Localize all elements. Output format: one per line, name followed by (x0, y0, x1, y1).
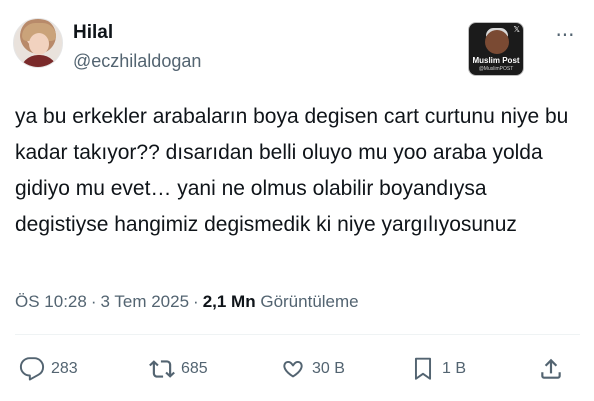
meta-separator: · (193, 292, 199, 311)
share-icon (541, 358, 561, 379)
divider (15, 334, 580, 335)
author-name[interactable]: Hilal (73, 22, 113, 44)
avatar[interactable] (13, 18, 63, 68)
action-bar: 283 685 30 B 1 B (15, 354, 580, 386)
reply-count: 283 (51, 360, 78, 377)
bookmark-count: 1 B (442, 360, 467, 377)
meta-separator: · (90, 292, 97, 311)
reply-icon (19, 357, 45, 381)
badge-portrait (485, 30, 509, 54)
reply-button[interactable]: 283 (19, 354, 78, 384)
tweet-meta: ÖS 10:28 · 3 Tem 2025 · 2,1 Mn Görüntüleme (15, 292, 359, 312)
bookmark-button[interactable]: 1 B (410, 354, 466, 384)
tweet-header: Hilal @eczhilaldogan 𝕏 Muslim Post @Musl… (13, 18, 581, 82)
tweet-text: ya bu erkekler arabaların boya degisen c… (15, 105, 569, 236)
more-horizontal-icon[interactable]: ··· (551, 25, 579, 48)
share-button[interactable] (538, 354, 564, 384)
like-count: 30 B (312, 360, 345, 377)
tweet-time[interactable]: ÖS 10:28 (15, 292, 87, 311)
views-count: 2,1 Mn (202, 292, 256, 311)
badge-subtitle: @MuslimPOST (478, 66, 514, 72)
bookmark-icon (414, 357, 432, 380)
tweet-date[interactable]: 3 Tem 2025 (101, 292, 190, 311)
like-button[interactable]: 30 B (280, 354, 345, 384)
retweet-count: 685 (181, 360, 208, 377)
views-label: Görüntüleme (260, 292, 359, 311)
x-logo-icon: 𝕏 (513, 25, 520, 34)
retweet-icon (149, 360, 175, 378)
author-handle[interactable]: @eczhilaldogan (73, 51, 201, 72)
badge-title: Muslim Post (472, 56, 520, 65)
heart-icon (283, 360, 303, 378)
affiliate-badge[interactable]: 𝕏 Muslim Post @MuslimPOST (468, 22, 524, 76)
retweet-button[interactable]: 685 (149, 354, 208, 384)
